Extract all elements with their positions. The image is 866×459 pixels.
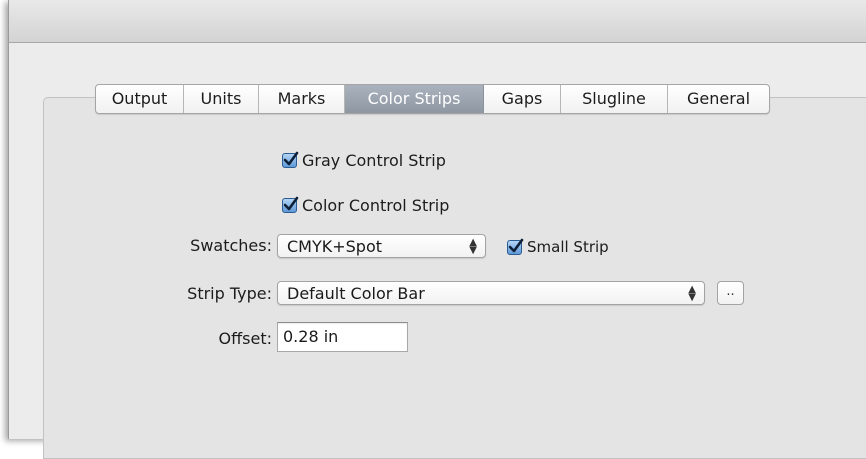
strip-type-label: Strip Type: xyxy=(187,284,272,303)
checkmark-icon xyxy=(283,151,299,166)
tab-content-panel xyxy=(43,97,866,459)
updown-arrows-icon: ▲ ▼ xyxy=(469,237,477,256)
checkmark-icon xyxy=(283,196,299,211)
swatches-value: CMYK+Spot xyxy=(287,237,383,256)
gray-control-strip-label: Gray Control Strip xyxy=(302,151,446,170)
checkbox-box[interactable] xyxy=(282,196,299,213)
tab-general[interactable]: General xyxy=(668,85,769,113)
strip-type-value: Default Color Bar xyxy=(287,284,425,303)
strip-type-popup[interactable]: Default Color Bar ▲ ▼ xyxy=(277,281,705,305)
color-control-strip-label: Color Control Strip xyxy=(302,196,450,215)
strip-type-more-button[interactable]: .. xyxy=(717,281,744,305)
title-bar[interactable] xyxy=(9,0,866,43)
updown-arrows-icon: ▲ ▼ xyxy=(688,284,696,303)
checkbox-box[interactable] xyxy=(507,238,524,255)
offset-label: Offset: xyxy=(218,329,272,348)
small-strip-checkbox[interactable]: Small Strip xyxy=(507,238,609,256)
tab-slugline[interactable]: Slugline xyxy=(561,85,668,113)
swatches-popup[interactable]: CMYK+Spot ▲ ▼ xyxy=(277,234,486,258)
small-strip-label: Small Strip xyxy=(527,238,609,256)
tab-color-strips[interactable]: Color Strips xyxy=(345,85,484,113)
tab-units[interactable]: Units xyxy=(184,85,259,113)
tab-output[interactable]: Output xyxy=(96,85,184,113)
offset-field[interactable]: 0.28 in xyxy=(277,322,408,352)
tab-gaps[interactable]: Gaps xyxy=(484,85,561,113)
swatches-label: Swatches: xyxy=(190,236,272,255)
tab-marks[interactable]: Marks xyxy=(259,85,345,113)
checkbox-box[interactable] xyxy=(282,151,299,168)
tab-bar: Output Units Marks Color Strips Gaps Slu… xyxy=(95,84,770,114)
color-control-strip-checkbox[interactable]: Color Control Strip xyxy=(282,196,449,215)
gray-control-strip-checkbox[interactable]: Gray Control Strip xyxy=(282,151,446,170)
dialog-window xyxy=(8,0,866,459)
checkmark-icon xyxy=(508,238,524,252)
